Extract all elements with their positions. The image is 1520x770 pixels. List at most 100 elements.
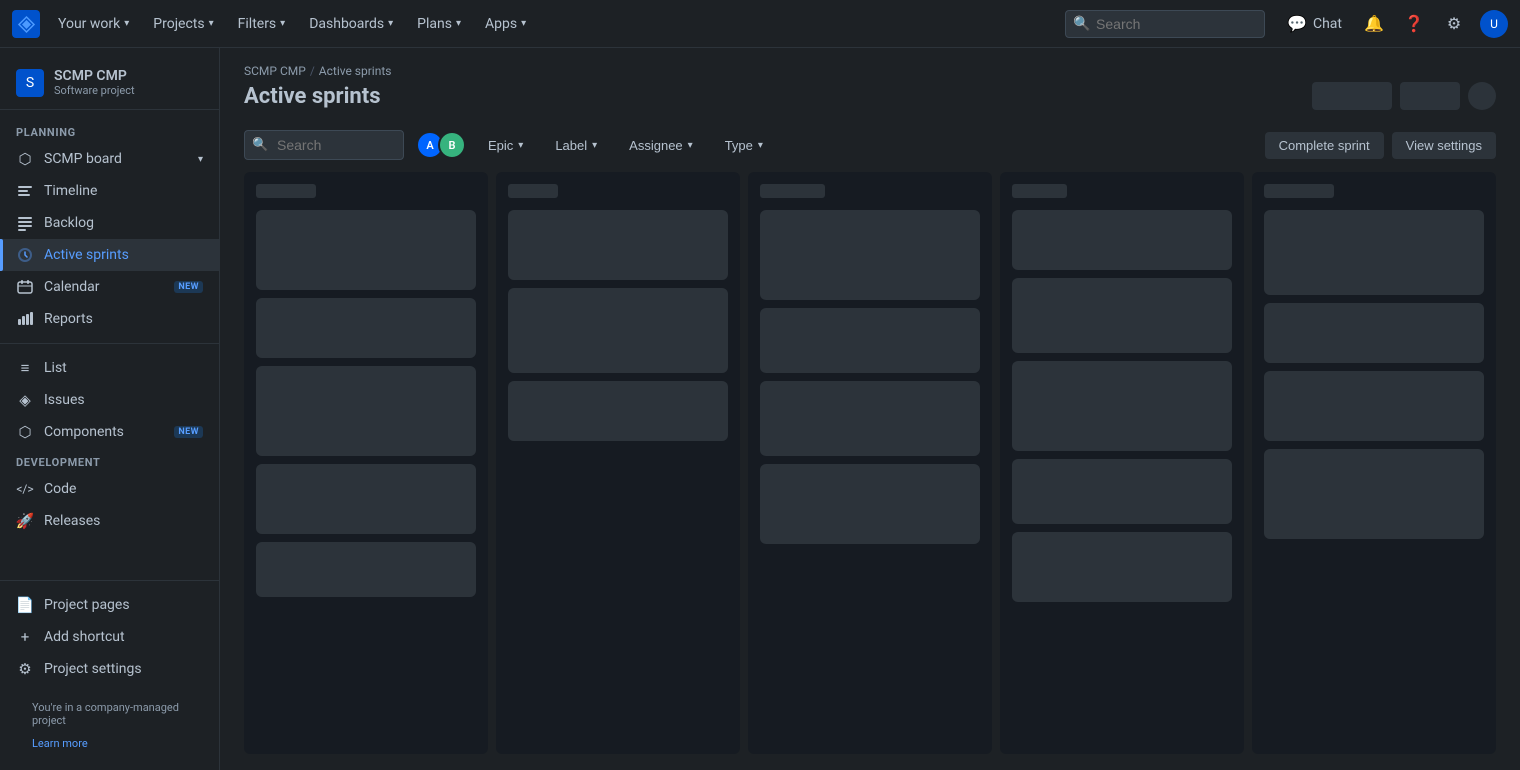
board-icon: ⬡ <box>16 150 34 168</box>
toolbar-skeleton-1 <box>1312 82 1392 110</box>
card-skeleton <box>1012 210 1232 270</box>
board-column-2 <box>748 172 992 754</box>
board-actions: Complete sprint View settings <box>1265 132 1496 159</box>
sidebar-item-calendar[interactable]: Calendar NEW <box>0 271 219 303</box>
topnav: Your work ▾ Projects ▾ Filters ▾ Dashboa… <box>0 0 1520 48</box>
sprint-icon <box>16 246 34 264</box>
planning-section-label: PLANNING <box>0 118 219 143</box>
sidebar-item-project-pages[interactable]: 📄 Project pages <box>0 589 219 621</box>
sidebar-item-add-shortcut[interactable]: + Add shortcut <box>0 621 219 653</box>
topnav-dashboards[interactable]: Dashboards ▾ <box>299 10 403 38</box>
calendar-icon <box>16 278 34 296</box>
card-skeleton <box>1264 449 1484 539</box>
board-header: SCMP CMP / Active sprints Active sprints <box>220 48 1520 130</box>
chevron-down-icon: ▾ <box>280 18 285 29</box>
card-skeleton <box>1012 459 1232 524</box>
sidebar-item-timeline[interactable]: Timeline <box>0 175 219 207</box>
card-skeleton <box>1264 303 1484 363</box>
card-skeleton <box>760 464 980 544</box>
type-filter[interactable]: Type ▾ <box>715 133 773 158</box>
toolbar-skeleton-3 <box>1468 82 1496 110</box>
sidebar-project[interactable]: S SCMP CMP Software project <box>0 60 219 110</box>
notifications-button[interactable]: 🔔 <box>1358 8 1390 40</box>
learn-more-link[interactable]: Learn more <box>16 735 203 750</box>
jira-logo[interactable] <box>12 10 40 38</box>
card-skeleton <box>508 381 728 441</box>
chevron-down-icon: ▾ <box>688 140 693 151</box>
timeline-icon <box>16 182 34 200</box>
topnav-projects[interactable]: Projects ▾ <box>143 10 223 38</box>
card-skeleton <box>1012 361 1232 451</box>
card-skeleton <box>760 381 980 456</box>
gear-icon: ⚙ <box>1447 14 1461 33</box>
label-filter[interactable]: Label ▾ <box>545 133 607 158</box>
column-header-3 <box>1012 184 1232 198</box>
topnav-your-work[interactable]: Your work ▾ <box>48 10 139 38</box>
new-badge: NEW <box>174 281 203 293</box>
card-skeleton <box>1012 532 1232 602</box>
chevron-down-icon: ▾ <box>758 140 763 151</box>
topnav-plans[interactable]: Plans ▾ <box>407 10 471 38</box>
sidebar-item-scmp-board[interactable]: ⬡ SCMP board ▾ <box>0 143 219 175</box>
column-header-0 <box>256 184 476 198</box>
help-button[interactable]: ❓ <box>1398 8 1430 40</box>
card-skeleton <box>256 298 476 358</box>
topnav-apps[interactable]: Apps ▾ <box>475 10 536 38</box>
board-columns <box>220 172 1520 770</box>
card-skeleton <box>1264 210 1484 295</box>
new-badge-components: NEW <box>174 426 203 438</box>
sidebar-item-releases[interactable]: 🚀 Releases <box>0 505 219 537</box>
sidebar-item-backlog[interactable]: Backlog <box>0 207 219 239</box>
board-column-3 <box>1000 172 1244 754</box>
card-skeleton <box>760 210 980 300</box>
chevron-down-icon: ▾ <box>456 18 461 29</box>
topnav-search-input[interactable] <box>1065 10 1265 38</box>
main-layout: S SCMP CMP Software project PLANNING ⬡ S… <box>0 48 1520 770</box>
backlog-icon <box>16 214 34 232</box>
content-area: SCMP CMP / Active sprints Active sprints… <box>220 48 1520 770</box>
board-column-1 <box>496 172 740 754</box>
search-icon: 🔍 <box>252 138 268 153</box>
chevron-down-icon: ▾ <box>521 18 526 29</box>
sidebar-item-components[interactable]: ⬡ Components NEW <box>0 416 219 448</box>
card-skeleton <box>508 210 728 280</box>
code-icon: </> <box>16 480 34 498</box>
sidebar-item-issues[interactable]: ◈ Issues <box>0 384 219 416</box>
epic-filter[interactable]: Epic ▾ <box>478 133 533 158</box>
board-controls: 🔍 A B Epic ▾ Label ▾ Assignee ▾ Type ▾ <box>220 130 1520 172</box>
card-skeleton <box>256 464 476 534</box>
search-icon: 🔍 <box>1073 16 1090 32</box>
avatar-1[interactable]: B <box>438 131 466 159</box>
board-search-wrap: 🔍 <box>244 130 404 160</box>
toolbar-skeleton-2 <box>1400 82 1460 110</box>
complete-sprint-button[interactable]: Complete sprint <box>1265 132 1384 159</box>
issues-icon: ◈ <box>16 391 34 409</box>
sidebar-item-project-settings[interactable]: ⚙ Project settings <box>0 653 219 685</box>
releases-icon: 🚀 <box>16 512 34 530</box>
topnav-search-wrap: 🔍 <box>1065 10 1265 38</box>
chat-icon: 💬 <box>1287 14 1307 33</box>
settings-button[interactable]: ⚙ <box>1438 8 1470 40</box>
view-settings-button[interactable]: View settings <box>1392 132 1496 159</box>
board-column-4 <box>1252 172 1496 754</box>
board-title-row: Active sprints <box>244 82 1496 110</box>
assignee-filter[interactable]: Assignee ▾ <box>619 133 703 158</box>
development-section-label: DEVELOPMENT <box>0 448 219 473</box>
add-shortcut-icon: + <box>16 628 34 646</box>
card-skeleton <box>256 210 476 290</box>
card-skeleton <box>256 542 476 597</box>
chevron-down-icon: ▾ <box>198 154 203 165</box>
user-avatar[interactable]: U <box>1480 10 1508 38</box>
column-header-2 <box>760 184 980 198</box>
sidebar-item-active-sprints[interactable]: Active sprints <box>0 239 219 271</box>
company-managed-notice: You're in a company-managed project Lear… <box>0 685 219 758</box>
breadcrumb: SCMP CMP / Active sprints <box>244 64 1496 78</box>
bell-icon: 🔔 <box>1364 14 1384 33</box>
column-header-4 <box>1264 184 1484 198</box>
sidebar-item-reports[interactable]: Reports <box>0 303 219 335</box>
chat-button[interactable]: 💬 Chat <box>1279 8 1350 40</box>
sidebar-item-code[interactable]: </> Code <box>0 473 219 505</box>
list-icon: ≡ <box>16 359 34 377</box>
topnav-filters[interactable]: Filters ▾ <box>228 10 296 38</box>
sidebar-item-list[interactable]: ≡ List <box>0 352 219 384</box>
